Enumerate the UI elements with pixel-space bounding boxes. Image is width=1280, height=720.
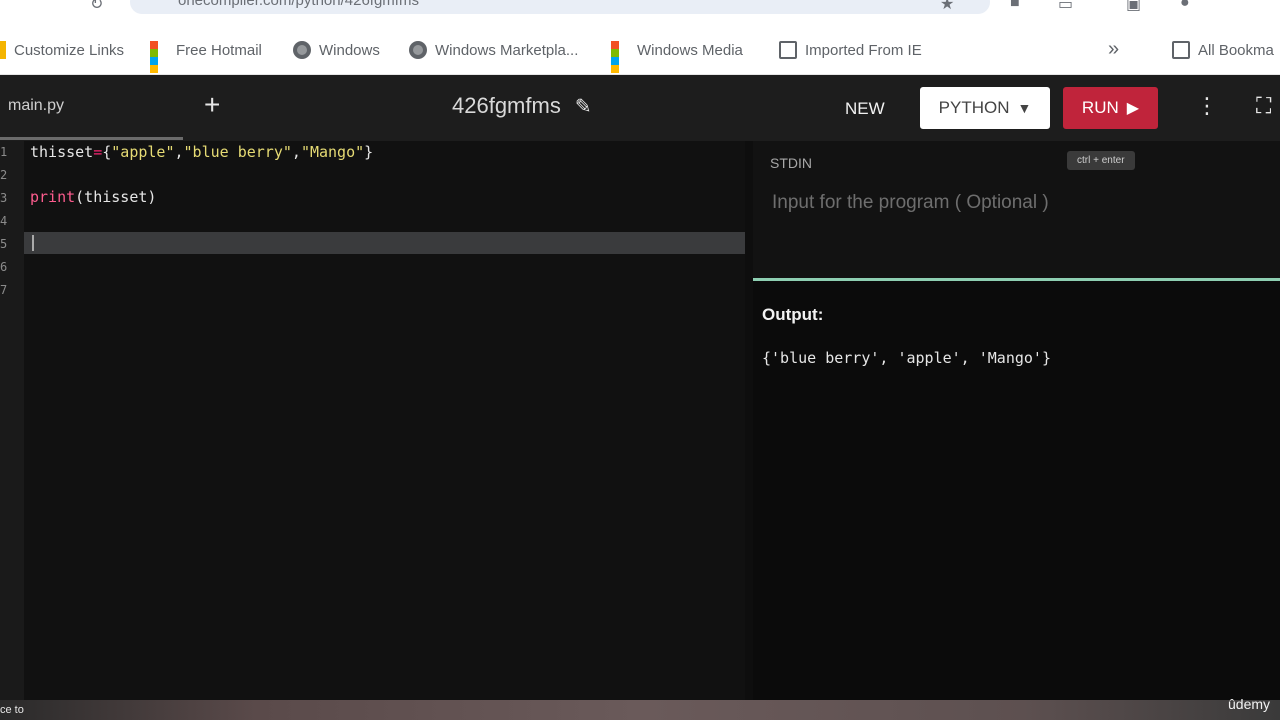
code-token: "apple" xyxy=(111,143,175,161)
line-number: 2 xyxy=(0,168,8,182)
bookmark-windows[interactable]: Windows xyxy=(293,39,380,61)
windows-logo-icon xyxy=(611,41,629,73)
bookmark-label: All Bookma xyxy=(1198,41,1274,59)
bookmark-customize-links[interactable]: Customize Links xyxy=(0,39,124,61)
udemy-watermark: ûdemy xyxy=(1228,696,1271,712)
more-options-icon[interactable]: ⋮ xyxy=(1196,93,1218,119)
code-token: "blue berry" xyxy=(183,143,292,161)
globe-icon xyxy=(293,41,311,59)
io-panel: STDIN ctrl + enter Output: {'blue berry'… xyxy=(753,141,1280,700)
line-number: 4 xyxy=(0,214,8,228)
new-button[interactable]: NEW xyxy=(845,99,885,119)
bookmark-label: Windows Marketpla... xyxy=(435,41,579,59)
line-number: 7 xyxy=(0,283,8,297)
code-token: , xyxy=(174,143,184,161)
edit-pencil-icon[interactable]: ✎ xyxy=(575,94,592,119)
folder-icon xyxy=(1172,41,1190,59)
bookmark-windows-marketplace[interactable]: Windows Marketpla... xyxy=(409,39,578,61)
compiler-header: main.py + 426fgmfms ✎ NEW PYTHON ▼ RUN ▶… xyxy=(0,75,1280,141)
code-token: "Mango" xyxy=(300,143,365,161)
globe-icon xyxy=(409,41,427,59)
output-text: {'blue berry', 'apple', 'Mango'} xyxy=(762,349,1051,367)
folder-icon xyxy=(779,41,797,59)
bookmark-star-icon[interactable]: ★ xyxy=(940,0,954,14)
bookmark-label: Imported From IE xyxy=(805,41,922,59)
text-cursor xyxy=(32,235,34,251)
extension-icon[interactable]: ■ xyxy=(1010,0,1020,12)
active-tab-indicator xyxy=(0,137,183,140)
code-token: { xyxy=(102,143,112,161)
language-label: PYTHON xyxy=(938,98,1010,117)
chevron-down-icon: ▼ xyxy=(1017,100,1032,116)
address-text[interactable]: onecompiler.com/python/426fgmfms xyxy=(178,0,419,9)
bookmark-free-hotmail[interactable]: Free Hotmail xyxy=(150,39,262,73)
stdin-input[interactable] xyxy=(770,187,1264,219)
code-token: (thisset) xyxy=(75,188,157,206)
bookmark-imported-from-ie[interactable]: Imported From IE xyxy=(779,39,922,61)
run-shortcut-tooltip: ctrl + enter xyxy=(1067,151,1135,170)
active-line-highlight xyxy=(24,232,745,254)
pane-divider[interactable] xyxy=(745,141,753,700)
code-token: thisset xyxy=(30,143,94,161)
project-title-group: 426fgmfms ✎ xyxy=(452,93,592,119)
add-file-icon[interactable]: + xyxy=(204,89,220,121)
window-icon[interactable]: ▭ xyxy=(1058,0,1073,14)
code-token: = xyxy=(93,143,103,161)
bookmark-label: Free Hotmail xyxy=(176,41,262,59)
line-number-gutter: 1 2 3 4 5 6 7 xyxy=(0,141,24,700)
run-button[interactable]: RUN ▶ xyxy=(1063,87,1158,129)
bookmark-label: Windows Media xyxy=(637,41,743,59)
bookmark-label: Customize Links xyxy=(14,41,125,59)
line-number: 3 xyxy=(0,191,8,205)
browser-address-strip: ☰ onecompiler.com/python/426fgmfms ↻ ★ ■… xyxy=(0,0,1280,26)
code-line-1: thisset={"apple","blue berry","Mango"} xyxy=(30,143,373,161)
bookmarks-overflow-icon[interactable]: » xyxy=(1108,38,1119,61)
code-line-3: print(thisset) xyxy=(30,188,156,206)
file-tab-main-py[interactable]: main.py xyxy=(8,97,64,115)
reload-icon[interactable]: ↻ xyxy=(90,0,103,14)
site-info-icon[interactable]: ☰ xyxy=(144,0,158,4)
bookmark-all-bookmarks[interactable]: All Bookma xyxy=(1172,39,1274,61)
video-overlay-strip: ce to xyxy=(0,700,1280,720)
fullscreen-icon[interactable]: ⛶ xyxy=(1256,93,1271,119)
project-title: 426fgmfms xyxy=(452,93,561,118)
bookmark-label: Windows xyxy=(319,41,380,59)
output-label: Output: xyxy=(762,305,824,324)
code-token: , xyxy=(291,143,301,161)
output-area: Output: {'blue berry', 'apple', 'Mango'} xyxy=(753,281,1280,700)
line-number: 1 xyxy=(0,145,8,159)
profile-avatar-icon[interactable]: ● xyxy=(1180,0,1190,12)
bookmarks-bar: Customize Links Free Hotmail Windows Win… xyxy=(0,26,1280,75)
line-number: 5 xyxy=(0,237,8,251)
code-editor[interactable]: 1 2 3 4 5 6 7 thisset={"apple","blue ber… xyxy=(0,141,745,700)
code-token: print xyxy=(30,188,76,206)
stdin-label: STDIN xyxy=(770,155,812,171)
language-select-button[interactable]: PYTHON ▼ xyxy=(920,87,1050,129)
bookmark-icon xyxy=(0,41,6,59)
caption-text: ce to xyxy=(0,704,24,716)
line-number: 6 xyxy=(0,260,8,274)
address-bar[interactable]: ☰ onecompiler.com/python/426fgmfms xyxy=(130,0,990,14)
play-icon: ▶ xyxy=(1126,100,1140,117)
windows-logo-icon xyxy=(150,41,168,73)
code-token: } xyxy=(364,143,374,161)
run-label: RUN xyxy=(1081,98,1119,117)
bookmark-windows-media[interactable]: Windows Media xyxy=(611,39,743,73)
tab-icon[interactable]: ▣ xyxy=(1126,0,1141,14)
